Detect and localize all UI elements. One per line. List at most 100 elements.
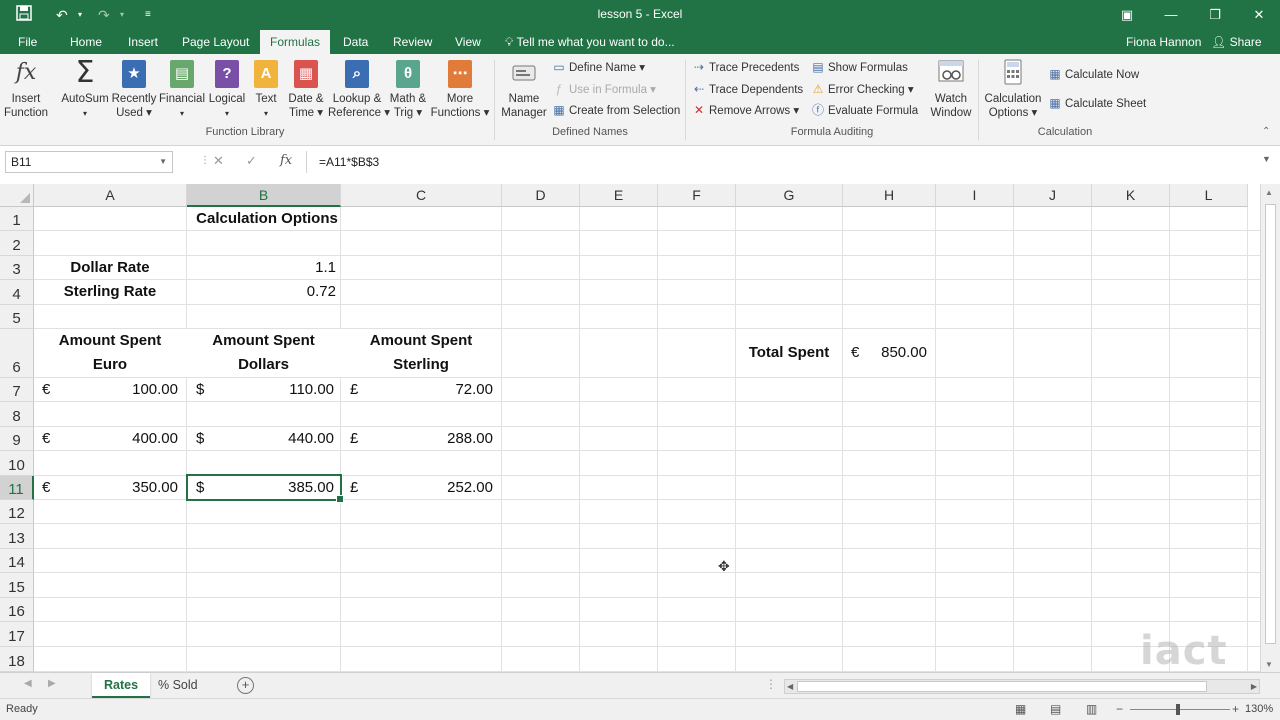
row-header-13[interactable]: 13 (0, 524, 34, 549)
define-name-button[interactable]: ▭ Define Name ▾ (552, 59, 645, 76)
page-break-view-icon[interactable]: ▥ (1086, 702, 1097, 716)
column-header-j[interactable]: J (1014, 184, 1092, 207)
cell-g6-total-label[interactable]: Total Spent (736, 343, 842, 363)
calculate-now-button[interactable]: ▦ Calculate Now (1048, 66, 1139, 83)
row-header-7[interactable]: 7 (0, 378, 34, 402)
row-header-6[interactable]: 6 (0, 329, 34, 378)
cell-c7-sterling[interactable]: 72.00 (341, 380, 493, 400)
row-header-3[interactable]: 3 (0, 256, 34, 280)
zoom-level[interactable]: 130% (1245, 703, 1273, 715)
scroll-right-icon[interactable]: ▶ (1251, 680, 1257, 693)
scroll-up-icon[interactable]: ▲ (1265, 188, 1273, 197)
tab-data[interactable]: Data (333, 30, 378, 54)
zoom-in-icon[interactable]: + (1232, 702, 1239, 716)
row-header-8[interactable]: 8 (0, 402, 34, 427)
logical-button[interactable]: ? Logical ▾ (204, 58, 250, 121)
column-header-a[interactable]: A (34, 184, 187, 207)
trace-precedents-button[interactable]: ⇢ Trace Precedents (692, 59, 799, 76)
calculate-sheet-button[interactable]: ▦ Calculate Sheet (1048, 95, 1146, 112)
row-header-10[interactable]: 10 (0, 451, 34, 476)
next-sheet-icon[interactable]: ▶ (48, 678, 56, 689)
tab-formulas[interactable]: Formulas (260, 30, 331, 54)
date-time-button[interactable]: ▦ Date & Time ▾ (284, 58, 328, 120)
row-header-9[interactable]: 9 (0, 427, 34, 451)
cell-b4-sterling-rate[interactable]: 0.72 (187, 282, 336, 302)
cell-c11-sterling[interactable]: 252.00 (341, 478, 493, 498)
tab-page-layout[interactable]: Page Layout (172, 30, 259, 54)
horizontal-scroll-thumb[interactable] (797, 681, 1207, 692)
create-from-selection-button[interactable]: ▦ Create from Selection (552, 102, 680, 119)
column-header-g[interactable]: G (736, 184, 843, 207)
cell-b3-dollar-rate[interactable]: 1.1 (187, 258, 336, 278)
more-functions-button[interactable]: ⋯ More Functions ▾ (430, 58, 490, 120)
name-box[interactable]: B11 ▼ (5, 151, 173, 173)
cell-b6-header-line2[interactable]: Dollars (187, 355, 340, 375)
scroll-left-icon[interactable]: ◀ (787, 680, 793, 693)
tab-file[interactable]: File (8, 30, 47, 54)
cancel-icon[interactable]: ✕ (213, 153, 224, 169)
cell-a11-euro[interactable]: 350.00 (34, 478, 178, 498)
error-checking-button[interactable]: ⚠ Error Checking ▾ (811, 81, 914, 98)
column-header-k[interactable]: K (1092, 184, 1170, 207)
vertical-scroll-thumb[interactable] (1265, 204, 1276, 644)
name-manager-button[interactable]: Name Manager (498, 58, 550, 120)
cell-c6-header-line1[interactable]: Amount Spent (341, 331, 501, 351)
ribbon-display-icon[interactable]: ▣ (1112, 4, 1142, 26)
normal-view-icon[interactable]: ▦ (1015, 702, 1026, 716)
remove-arrows-button[interactable]: ✕ Remove Arrows ▾ (692, 102, 799, 119)
math-trig-button[interactable]: θ Math & Trig ▾ (386, 58, 430, 120)
zoom-slider-thumb[interactable] (1176, 704, 1180, 715)
minimize-icon[interactable]: — (1156, 4, 1186, 26)
tab-insert[interactable]: Insert (118, 30, 168, 54)
column-header-h[interactable]: H (843, 184, 936, 207)
column-header-b[interactable]: B (187, 184, 341, 207)
column-header-e[interactable]: E (580, 184, 658, 207)
show-formulas-button[interactable]: ▤ Show Formulas (811, 59, 908, 76)
select-all-corner[interactable] (0, 184, 34, 207)
restore-icon[interactable]: ❐ (1200, 4, 1230, 26)
calculation-options-button[interactable]: Calculation Options ▾ (982, 58, 1044, 120)
watch-window-button[interactable]: Watch Window (928, 58, 974, 120)
add-sheet-icon[interactable]: + (237, 677, 254, 694)
enter-icon[interactable]: ✓ (246, 153, 257, 169)
sheet-tab-rates[interactable]: Rates (92, 673, 151, 698)
evaluate-formula-button[interactable]: ⓕ Evaluate Formula (811, 102, 918, 119)
row-header-4[interactable]: 4 (0, 280, 34, 305)
lookup-reference-button[interactable]: ⌕ Lookup & Reference ▾ (328, 58, 390, 120)
tell-me-search[interactable]: 💡︎ Tell me what you want to do... (505, 30, 675, 54)
cell-b9-dollars[interactable]: 440.00 (187, 429, 334, 449)
row-header-12[interactable]: 12 (0, 500, 34, 524)
cell-c9-sterling[interactable]: 288.00 (341, 429, 493, 449)
scroll-down-icon[interactable]: ▼ (1265, 660, 1273, 669)
tab-view[interactable]: View (445, 30, 491, 54)
horizontal-scrollbar[interactable]: ◀ ▶ (784, 679, 1260, 694)
close-icon[interactable]: ✕ (1244, 4, 1274, 26)
cell-a6-header-line2[interactable]: Euro (34, 355, 186, 375)
cell-a6-header-line1[interactable]: Amount Spent (34, 331, 186, 351)
row-header-15[interactable]: 15 (0, 573, 34, 598)
column-header-f[interactable]: F (658, 184, 736, 207)
use-in-formula-button[interactable]: ƒ Use in Formula ▾ (552, 81, 656, 98)
cell-a3-dollar-rate-label[interactable]: Dollar Rate (34, 258, 186, 278)
vertical-scrollbar[interactable]: ▲ ▼ (1260, 184, 1280, 672)
cell-a7-euro[interactable]: 100.00 (34, 380, 178, 400)
page-layout-view-icon[interactable]: ▤ (1050, 702, 1061, 716)
financial-button[interactable]: ▤ Financial ▾ (158, 58, 206, 121)
row-header-11[interactable]: 11 (0, 476, 34, 500)
row-header-18[interactable]: 18 (0, 647, 34, 672)
cell-b1-title[interactable]: Calculation Options (187, 209, 347, 229)
insert-function-icon[interactable]: fx (280, 153, 292, 168)
row-header-2[interactable]: 2 (0, 231, 34, 256)
row-header-16[interactable]: 16 (0, 598, 34, 622)
user-name[interactable]: Fiona Hannon (1126, 30, 1201, 54)
text-button[interactable]: A Text ▾ (248, 58, 284, 121)
tab-review[interactable]: Review (383, 30, 442, 54)
cell-c6-header-line2[interactable]: Sterling (341, 355, 501, 375)
row-header-5[interactable]: 5 (0, 305, 34, 329)
cell-a4-sterling-rate-label[interactable]: Sterling Rate (34, 282, 186, 302)
zoom-slider-track[interactable] (1130, 709, 1230, 710)
row-header-17[interactable]: 17 (0, 622, 34, 647)
worksheet-grid[interactable]: A B C D E F G H I J K L 1 2 3 4 5 6 7 8 … (0, 184, 1280, 672)
expand-formula-bar-icon[interactable]: ▼ (1262, 154, 1271, 164)
collapse-ribbon-icon[interactable]: ⌃ (1262, 126, 1270, 137)
